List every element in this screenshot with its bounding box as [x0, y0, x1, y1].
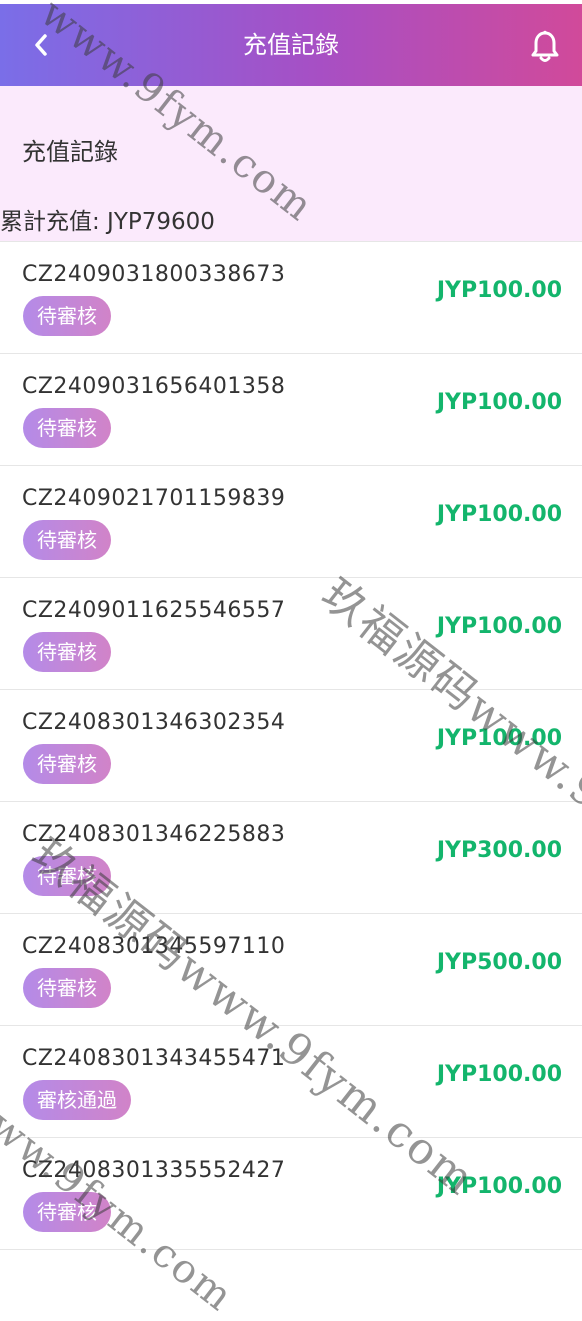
record-row[interactable]: CZ2409031656401358 待審核 JYP100.00	[0, 353, 582, 465]
record-row[interactable]: CZ2408301335552427 待審核 JYP100.00	[0, 1137, 582, 1250]
status-badge: 待審核	[23, 744, 111, 784]
record-amount: JYP100.00	[436, 614, 562, 639]
status-badge: 待審核	[23, 968, 111, 1008]
order-number: CZ2409031656401358	[22, 374, 286, 399]
status-badge: 待審核	[23, 520, 111, 560]
record-amount: JYP500.00	[436, 950, 562, 975]
record-row[interactable]: CZ2408301343455471 審核通過 JYP100.00	[0, 1025, 582, 1137]
order-number: CZ2408301346225883	[22, 822, 286, 847]
order-number: CZ2409031800338673	[22, 262, 286, 287]
record-amount: JYP100.00	[436, 278, 562, 303]
order-number: CZ2408301346302354	[22, 710, 286, 735]
status-badge: 待審核	[23, 296, 111, 336]
order-number: CZ2408301343455471	[22, 1046, 286, 1071]
status-badge: 待審核	[23, 856, 111, 896]
record-row[interactable]: CZ2408301345597110 待審核 JYP500.00	[0, 913, 582, 1025]
recharge-summary: 充值記錄 累計充值: JYP79600	[0, 86, 582, 241]
record-row[interactable]: CZ2408301346225883 待審核 JYP300.00	[0, 801, 582, 913]
record-row[interactable]: CZ2408301346302354 待審核 JYP100.00	[0, 689, 582, 801]
status-badge: 待審核	[23, 1192, 111, 1232]
record-amount: JYP100.00	[436, 1174, 562, 1199]
record-amount: JYP100.00	[436, 502, 562, 527]
summary-heading: 充值記錄	[22, 138, 118, 166]
record-amount: JYP100.00	[436, 726, 562, 751]
record-row[interactable]: CZ2409011625546557 待審核 JYP100.00	[0, 577, 582, 689]
notification-button[interactable]	[530, 30, 560, 64]
bell-icon	[531, 30, 559, 62]
record-amount: JYP100.00	[436, 1062, 562, 1087]
order-number: CZ2408301335552427	[22, 1158, 286, 1183]
total-recharge: 累計充值: JYP79600	[0, 209, 215, 235]
status-badge: 待審核	[23, 632, 111, 672]
order-number: CZ2409011625546557	[22, 598, 286, 623]
app-header: 充值記錄	[0, 4, 582, 86]
order-number: CZ2408301345597110	[22, 934, 286, 959]
record-row[interactable]: CZ2409021701159839 待審核 JYP100.00	[0, 465, 582, 577]
record-amount: JYP100.00	[436, 390, 562, 415]
record-amount: JYP300.00	[436, 838, 562, 863]
status-badge: 待審核	[23, 408, 111, 448]
recharge-record-list: CZ2409031800338673 待審核 JYP100.00 CZ24090…	[0, 241, 582, 1250]
record-row[interactable]: CZ2409031800338673 待審核 JYP100.00	[0, 241, 582, 353]
order-number: CZ2409021701159839	[22, 486, 286, 511]
page-title: 充值記錄	[243, 31, 339, 59]
status-badge: 審核通過	[23, 1080, 131, 1120]
